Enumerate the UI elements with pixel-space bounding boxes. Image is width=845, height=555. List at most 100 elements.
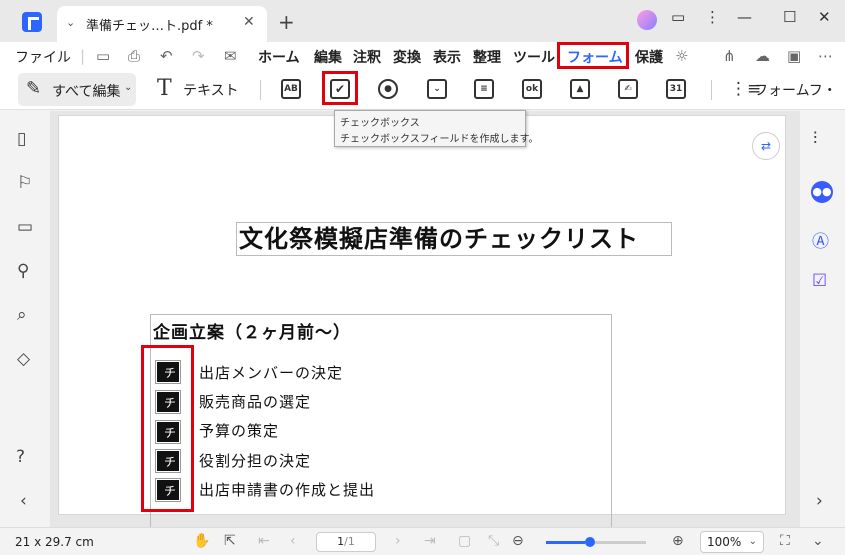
translate-icon[interactable]: ⇄ xyxy=(752,132,780,160)
title-bar: ⌄ 準備チェッ…ト.pdf * ✕ + ▭ ⋮ — ☐ ✕ xyxy=(0,0,845,42)
menu-annotate[interactable]: 注釈 xyxy=(353,47,381,67)
menu-file[interactable]: ファイル xyxy=(15,47,71,67)
previous-page-icon[interactable]: ‹ xyxy=(290,533,296,549)
zoom-chevron-down-icon: ⌄ xyxy=(748,536,757,547)
menu-form-highlight xyxy=(557,42,629,69)
bookmark-icon[interactable]: ⚐ xyxy=(17,173,32,193)
comment-icon[interactable]: ▭ xyxy=(17,217,33,237)
undo-icon[interactable]: ↶ xyxy=(160,47,173,65)
fit-width-icon[interactable]: ▢ xyxy=(458,533,471,549)
edit-all-chevron-down-icon: ⌄ xyxy=(124,82,133,93)
checkbox-tool-highlight xyxy=(322,71,358,105)
checklist-item: 出店申請書の作成と提出 xyxy=(199,481,376,499)
checklist-item: 予算の策定 xyxy=(199,422,280,440)
button-tool-icon[interactable]: ok xyxy=(522,79,542,99)
zoom-in-icon[interactable]: ⊕ xyxy=(672,533,684,549)
app-logo-icon xyxy=(22,12,42,32)
dropdown-tool-icon[interactable]: ⌄ xyxy=(427,79,447,99)
menu-convert[interactable]: 変換 xyxy=(393,47,421,67)
feedback-icon[interactable]: ▭ xyxy=(671,8,685,26)
zoom-out-icon[interactable]: ⊖ xyxy=(512,533,524,549)
form-toolbar: ✎ すべて編集 ⌄ T テキスト AB ✔ ● ⌄ ≡ ok ▲ ✍ 31 ⋮≡… xyxy=(0,70,845,110)
form-field-recognition-label[interactable]: フォームフ・ xyxy=(754,80,837,100)
text-tool-icon[interactable]: T xyxy=(157,76,172,101)
avatar[interactable] xyxy=(637,10,657,30)
checklist-item: 役割分担の決定 xyxy=(199,452,312,470)
mail-icon[interactable]: ✉ xyxy=(224,47,237,65)
section-title: 企画立案（２ヶ月前～） xyxy=(153,323,351,343)
maximize-icon[interactable]: ☐ xyxy=(783,8,796,26)
collapse-right-icon[interactable]: › xyxy=(816,491,823,511)
menu-tools[interactable]: ツール xyxy=(513,47,555,67)
checklist-item: 出店メンバーの決定 xyxy=(199,364,344,382)
minimize-icon[interactable]: — xyxy=(737,8,752,26)
pen-icon: ✎ xyxy=(26,78,42,99)
zoom-level-value: 100% xyxy=(707,535,742,549)
menu-edit[interactable]: 編集 xyxy=(314,47,342,67)
collapse-left-icon[interactable]: ‹ xyxy=(20,491,27,511)
more-menu-icon[interactable]: ⋯ xyxy=(818,47,833,65)
checkbox-tooltip: チェックボックス チェックボックスフィールドを作成します。 xyxy=(334,110,539,147)
page-number-field[interactable]: 1/1 xyxy=(316,532,376,552)
ai-assistant-icon[interactable]: ●● xyxy=(811,181,833,203)
tab-title: 準備チェッ…ト.pdf * xyxy=(86,19,213,34)
print-icon[interactable]: ⎙ xyxy=(128,47,140,65)
right-sidebar: ⫶ ●● Ⓐ ☑ › xyxy=(800,111,845,527)
status-bar: 21 x 29.7 cm ✋ ⇱ ⇤ ‹ 1/1 › ⇥ ▢ ⤡ ⊖ ⊕ 100… xyxy=(0,527,845,555)
next-page-icon[interactable]: › xyxy=(395,533,401,549)
lightbulb-icon[interactable]: ☼ xyxy=(675,47,688,65)
zoom-slider-thumb[interactable] xyxy=(585,537,595,547)
radio-button-tool-icon[interactable]: ● xyxy=(378,79,398,99)
list-box-tool-icon[interactable]: ≡ xyxy=(474,79,494,99)
first-page-icon[interactable]: ⇤ xyxy=(258,533,270,549)
share-network-icon[interactable]: ⋔ xyxy=(723,47,736,65)
save-icon[interactable]: ▭ xyxy=(96,47,110,65)
text-tool-label[interactable]: テキスト xyxy=(183,80,239,100)
select-tool-icon[interactable]: ⇱ xyxy=(224,533,236,549)
zoom-slider-fill xyxy=(546,541,585,544)
menu-protect[interactable]: 保護 xyxy=(635,47,663,67)
page-thumbnail-icon[interactable]: ▯ xyxy=(17,129,26,149)
close-tab-icon[interactable]: ✕ xyxy=(243,14,255,30)
help-icon[interactable]: ? xyxy=(16,447,25,467)
tab-dropdown-icon[interactable]: ⌄ xyxy=(66,16,75,29)
last-page-icon[interactable]: ⇥ xyxy=(424,533,436,549)
document-title: 文化祭模擬店準備のチェックリスト xyxy=(236,222,672,256)
menu-bar: ファイル | ▭ ⎙ ↶ ↷ ✉ ホーム 編集 注釈 変換 表示 整理 ツール … xyxy=(0,42,845,70)
checklist-tasks-icon[interactable]: ☑ xyxy=(812,271,827,291)
redo-icon[interactable]: ↷ xyxy=(192,47,205,65)
image-field-tool-icon[interactable]: ▲ xyxy=(570,79,590,99)
date-field-tool-icon[interactable]: 31 xyxy=(666,79,686,99)
fit-page-icon[interactable]: ⤡ xyxy=(488,533,499,549)
fullscreen-icon[interactable]: ⛶ xyxy=(780,533,790,549)
menu-home[interactable]: ホーム xyxy=(258,47,300,67)
document-tab[interactable]: ⌄ 準備チェッ…ト.pdf * ✕ xyxy=(57,6,267,42)
checkbox-column-highlight xyxy=(141,345,194,512)
hand-tool-icon[interactable]: ✋ xyxy=(193,533,210,549)
cloud-upload-icon[interactable]: ☁ xyxy=(755,47,770,65)
toolbar-separator xyxy=(260,80,261,100)
menu-organize[interactable]: 整理 xyxy=(473,47,501,67)
scroll-mode-icon[interactable]: ⌄ xyxy=(812,533,824,549)
menu-separator: | xyxy=(80,47,86,65)
translate-panel-icon[interactable]: Ⓐ xyxy=(812,227,829,252)
attachment-icon[interactable]: ⚲ xyxy=(17,261,29,281)
total-pages: /1 xyxy=(344,535,355,548)
zoom-level-field[interactable]: 100% ⌄ xyxy=(700,531,764,553)
new-tab-icon[interactable]: + xyxy=(278,10,295,34)
signature-field-tool-icon[interactable]: ✍ xyxy=(618,79,638,99)
close-window-icon[interactable]: ✕ xyxy=(818,8,831,26)
page-size-label: 21 x 29.7 cm xyxy=(15,535,94,549)
properties-sliders-icon[interactable]: ⫶ xyxy=(813,129,817,149)
left-sidebar: ▯ ⚐ ▭ ⚲ ⌕ ◇ ? ‹ xyxy=(0,111,50,527)
layers-icon[interactable]: ◇ xyxy=(17,349,30,369)
edit-all-label: すべて編集 xyxy=(52,84,121,100)
text-field-tool-icon[interactable]: AB xyxy=(281,79,301,99)
edit-all-button[interactable]: ✎ すべて編集 ⌄ xyxy=(18,73,136,106)
search-icon[interactable]: ⌕ xyxy=(17,305,27,325)
tooltip-description: チェックボックスフィールドを作成します。 xyxy=(340,134,539,145)
more-options-icon[interactable]: ⋮ xyxy=(705,8,720,26)
zoom-slider[interactable] xyxy=(546,541,646,544)
window-icon[interactable]: ▣ xyxy=(787,47,801,65)
menu-view[interactable]: 表示 xyxy=(433,47,461,67)
